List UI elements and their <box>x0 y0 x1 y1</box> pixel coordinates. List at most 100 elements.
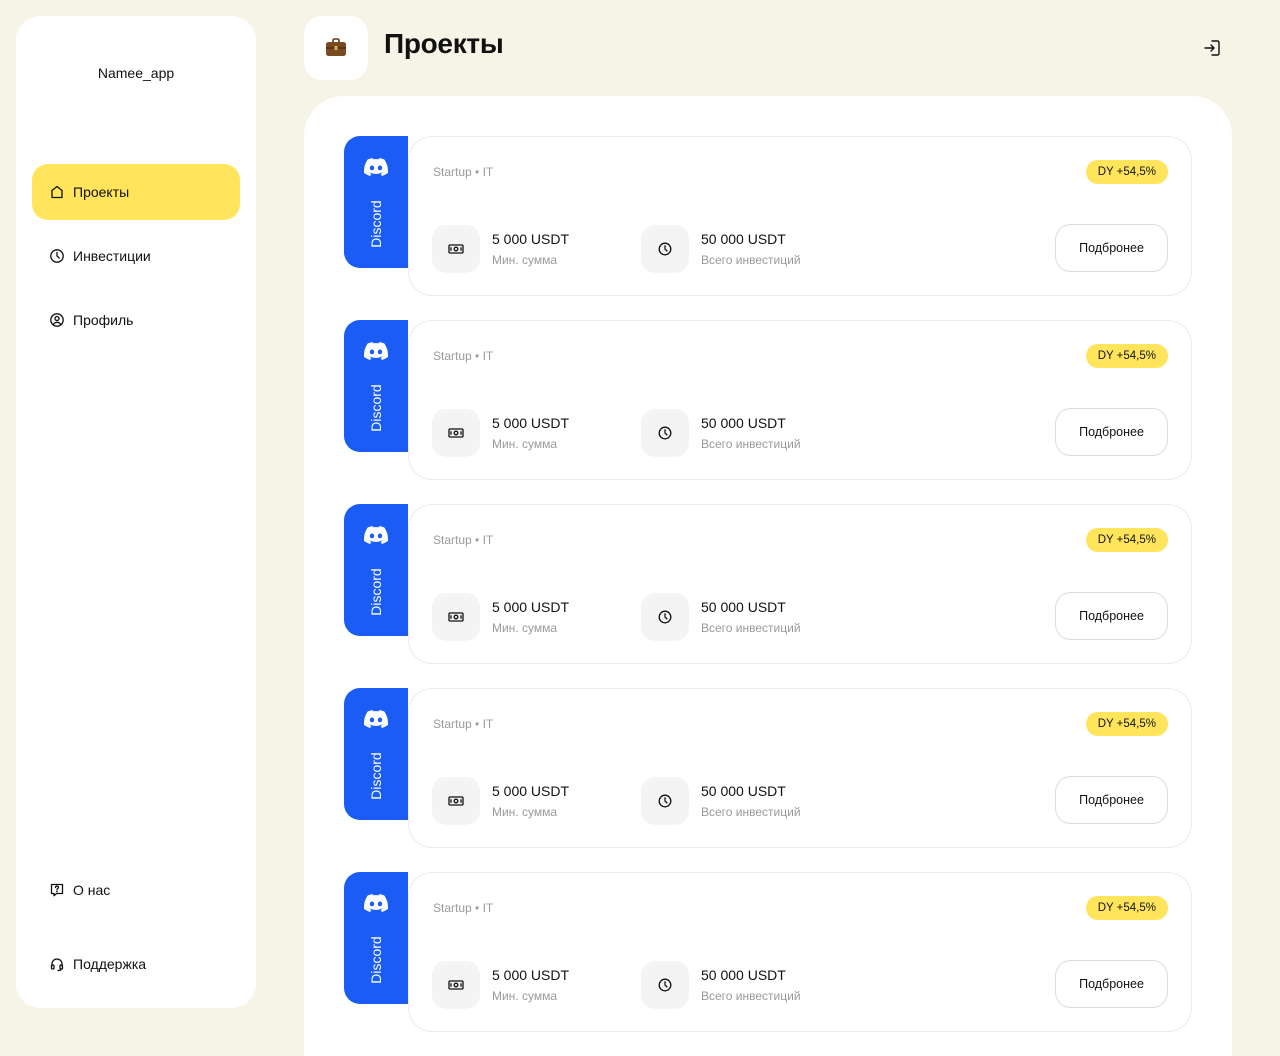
details-button[interactable]: Подбронее <box>1055 224 1168 272</box>
yield-badge: DY +54,5% <box>1085 896 1168 920</box>
stat-icon-box <box>432 409 480 457</box>
platform-tab[interactable]: Discord <box>344 872 408 1004</box>
logout-button[interactable] <box>1200 36 1224 60</box>
details-button[interactable]: Подбронее <box>1055 592 1168 640</box>
total-investments-value: 50 000 USDT <box>701 967 786 983</box>
headset-icon <box>50 958 64 972</box>
stat-icon-box <box>432 961 480 1009</box>
min-amount-label: Мин. сумма <box>492 989 558 1003</box>
platform-tab[interactable]: Discord <box>344 320 408 452</box>
platform-tab[interactable]: Discord <box>344 688 408 820</box>
total-investments-stat: 50 000 USDT Всего инвестиций <box>641 961 801 1009</box>
stat-icon-box <box>641 409 689 457</box>
min-amount-value: 5 000 USDT <box>492 967 570 983</box>
project-card: Discord Startup • IT DY +54,5% 5 000 USD… <box>344 504 1192 664</box>
min-amount-stat: 5 000 USDT Мин. сумма <box>432 593 569 641</box>
total-investments-value: 50 000 USDT <box>701 783 786 799</box>
project-info: Startup • IT DY +54,5% 5 000 USDT Мин. с… <box>408 504 1192 664</box>
min-amount-stat: 5 000 USDT Мин. сумма <box>432 409 569 457</box>
banknote-icon <box>448 612 464 622</box>
platform-label: Discord <box>368 200 384 248</box>
discord-icon <box>364 894 388 912</box>
stat-icon-box <box>432 225 480 273</box>
min-amount-label: Мин. сумма <box>492 621 558 635</box>
platform-label: Discord <box>368 752 384 800</box>
yield-badge: DY +54,5% <box>1085 528 1168 552</box>
total-investments-label: Всего инвестиций <box>701 253 801 267</box>
projects-panel: Discord Startup • IT DY +54,5% 5 000 USD… <box>304 96 1232 1056</box>
total-investments-stat: 50 000 USDT Всего инвестиций <box>641 225 801 273</box>
total-investments-stat: 50 000 USDT Всего инвестиций <box>641 409 801 457</box>
sidebar-item-support[interactable]: Поддержка <box>32 936 240 992</box>
total-investments-value: 50 000 USDT <box>701 415 786 431</box>
project-card: Discord Startup • IT DY +54,5% 5 000 USD… <box>344 688 1192 848</box>
min-amount-value: 5 000 USDT <box>492 783 570 799</box>
project-card: Discord Startup • IT DY +54,5% 5 000 USD… <box>344 136 1192 296</box>
yield-badge: DY +54,5% <box>1085 712 1168 736</box>
discord-icon <box>364 526 388 544</box>
project-info: Startup • IT DY +54,5% 5 000 USDT Мин. с… <box>408 872 1192 1032</box>
details-button[interactable]: Подбронее <box>1055 776 1168 824</box>
project-card: Discord Startup • IT DY +54,5% 5 000 USD… <box>344 320 1192 480</box>
banknote-icon <box>448 796 464 806</box>
details-button[interactable]: Подбронее <box>1055 408 1168 456</box>
stat-icon-box <box>432 593 480 641</box>
yield-badge: DY +54,5% <box>1085 344 1168 368</box>
min-amount-label: Мин. сумма <box>492 805 558 819</box>
app-brand: Namee_app <box>97 65 175 81</box>
stat-icon-box <box>432 777 480 825</box>
platform-tab[interactable]: Discord <box>344 136 408 268</box>
logout-icon <box>1204 40 1220 56</box>
total-investments-stat: 50 000 USDT Всего инвестиций <box>641 777 801 825</box>
platform-label: Discord <box>368 384 384 432</box>
question-icon <box>50 883 64 897</box>
clock-icon <box>658 978 672 992</box>
clock-icon <box>658 794 672 808</box>
clock-icon <box>658 610 672 624</box>
clock-icon <box>50 249 64 263</box>
user-circle-icon <box>50 313 64 327</box>
total-investments-label: Всего инвестиций <box>701 621 801 635</box>
project-info: Startup • IT DY +54,5% 5 000 USDT Мин. с… <box>408 136 1192 296</box>
project-category: Startup • IT <box>433 533 494 547</box>
sidebar-item-label: Поддержка <box>73 956 147 972</box>
sidebar-item-profile[interactable]: Профиль <box>32 292 240 348</box>
discord-icon <box>364 710 388 728</box>
platform-label: Discord <box>368 568 384 616</box>
sidebar-item-label: Профиль <box>73 312 134 328</box>
min-amount-stat: 5 000 USDT Мин. сумма <box>432 777 569 825</box>
total-investments-label: Всего инвестиций <box>701 989 801 1003</box>
min-amount-value: 5 000 USDT <box>492 599 570 615</box>
yield-badge: DY +54,5% <box>1085 160 1168 184</box>
platform-label: Discord <box>368 936 384 984</box>
sidebar: Namee_app Проекты Инвестиции Профиль О н… <box>16 16 256 1008</box>
briefcase-icon <box>326 38 346 56</box>
header-icon-box <box>304 16 368 80</box>
project-category: Startup • IT <box>433 349 494 363</box>
project-info: Startup • IT DY +54,5% 5 000 USDT Мин. с… <box>408 688 1192 848</box>
sidebar-item-projects[interactable]: Проекты <box>32 164 240 220</box>
details-button[interactable]: Подбронее <box>1055 960 1168 1008</box>
total-investments-label: Всего инвестиций <box>701 805 801 819</box>
clock-icon <box>658 242 672 256</box>
banknote-icon <box>448 244 464 254</box>
total-investments-label: Всего инвестиций <box>701 437 801 451</box>
min-amount-stat: 5 000 USDT Мин. сумма <box>432 961 569 1009</box>
project-category: Startup • IT <box>433 717 494 731</box>
banknote-icon <box>448 980 464 990</box>
stat-icon-box <box>641 777 689 825</box>
discord-icon <box>364 342 388 360</box>
min-amount-value: 5 000 USDT <box>492 231 570 247</box>
sidebar-item-label: Инвестиции <box>73 248 151 264</box>
platform-tab[interactable]: Discord <box>344 504 408 636</box>
sidebar-item-investments[interactable]: Инвестиции <box>32 228 240 284</box>
sidebar-item-about[interactable]: О нас <box>32 862 240 918</box>
total-investments-value: 50 000 USDT <box>701 231 786 247</box>
project-category: Startup • IT <box>433 901 494 915</box>
project-category: Startup • IT <box>433 165 494 179</box>
home-icon <box>51 185 63 199</box>
stat-icon-box <box>641 593 689 641</box>
min-amount-value: 5 000 USDT <box>492 415 570 431</box>
banknote-icon <box>448 428 464 438</box>
sidebar-item-label: О нас <box>73 882 111 898</box>
